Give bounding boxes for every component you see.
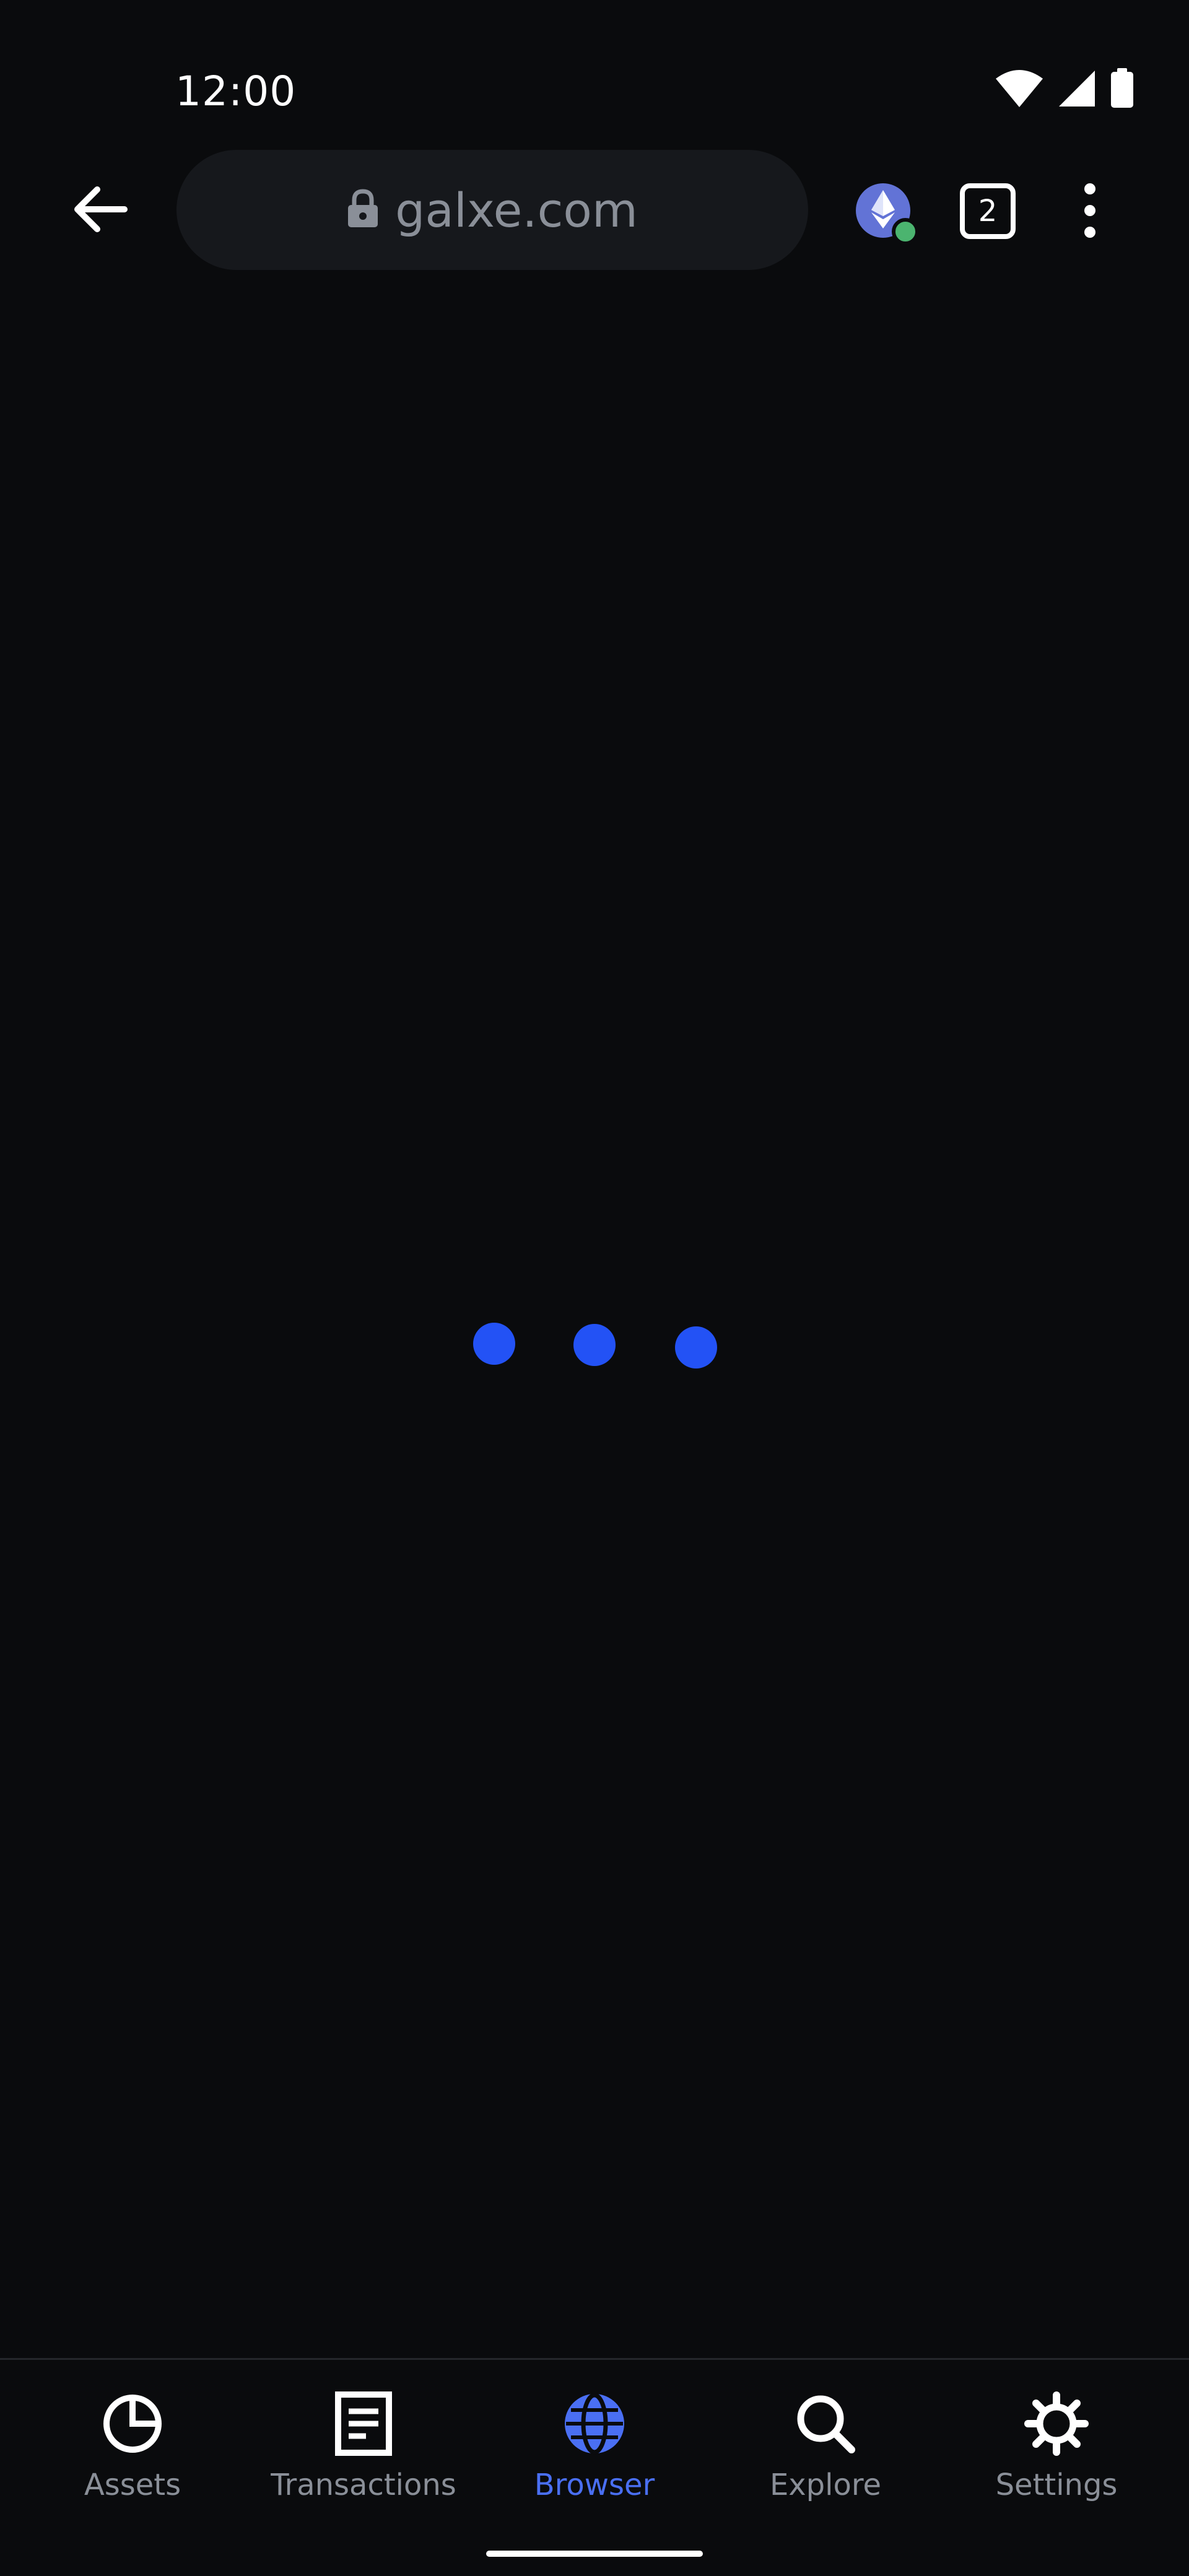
nav-label: Transactions bbox=[271, 2468, 456, 2502]
network-connected-indicator bbox=[892, 218, 919, 245]
tabs-button[interactable]: 2 bbox=[960, 183, 1016, 239]
more-vert-icon bbox=[1084, 183, 1095, 194]
lock-icon bbox=[347, 189, 379, 231]
cellular-signal-icon bbox=[1058, 69, 1096, 110]
document-icon bbox=[329, 2390, 398, 2458]
url-text: galxe.com bbox=[395, 182, 638, 238]
more-menu-button[interactable] bbox=[1065, 173, 1115, 248]
home-indicator[interactable] bbox=[486, 2551, 703, 2557]
nav-label: Browser bbox=[534, 2468, 655, 2502]
nav-label: Assets bbox=[84, 2468, 181, 2502]
page-loading-indicator bbox=[471, 1323, 718, 1372]
bottom-navigation: Assets Transactions Browser Explore Sett… bbox=[0, 2358, 1189, 2576]
loading-dot bbox=[473, 1323, 515, 1365]
status-time: 12:00 bbox=[175, 67, 297, 115]
nav-settings[interactable]: Settings bbox=[945, 2390, 1168, 2513]
status-icons bbox=[995, 68, 1135, 111]
nav-explore[interactable]: Explore bbox=[714, 2390, 937, 2513]
nav-transactions[interactable]: Transactions bbox=[252, 2390, 475, 2513]
network-selector-button[interactable] bbox=[856, 183, 919, 245]
search-icon bbox=[791, 2390, 860, 2458]
more-vert-icon-dot bbox=[1084, 205, 1095, 216]
nav-browser[interactable]: Browser bbox=[483, 2390, 706, 2513]
arrow-left-icon bbox=[72, 185, 128, 237]
loading-dot bbox=[573, 1324, 616, 1366]
screen: 12:00 galxe.com 2 Assets Transactions Br… bbox=[0, 0, 1189, 2576]
url-bar[interactable]: galxe.com bbox=[176, 150, 808, 270]
nav-label: Settings bbox=[995, 2468, 1118, 2502]
status-bar: 12:00 bbox=[0, 0, 1189, 142]
gear-icon bbox=[1022, 2390, 1091, 2458]
wifi-icon bbox=[995, 69, 1044, 111]
browser-toolbar: galxe.com 2 bbox=[0, 149, 1189, 272]
back-button[interactable] bbox=[68, 178, 133, 243]
pie-chart-icon bbox=[98, 2390, 167, 2458]
nav-label: Explore bbox=[769, 2468, 882, 2502]
loading-dot bbox=[675, 1326, 717, 1368]
globe-icon bbox=[560, 2390, 629, 2458]
battery-icon bbox=[1110, 68, 1135, 111]
more-vert-icon-dot bbox=[1084, 227, 1095, 238]
nav-assets[interactable]: Assets bbox=[21, 2390, 244, 2513]
